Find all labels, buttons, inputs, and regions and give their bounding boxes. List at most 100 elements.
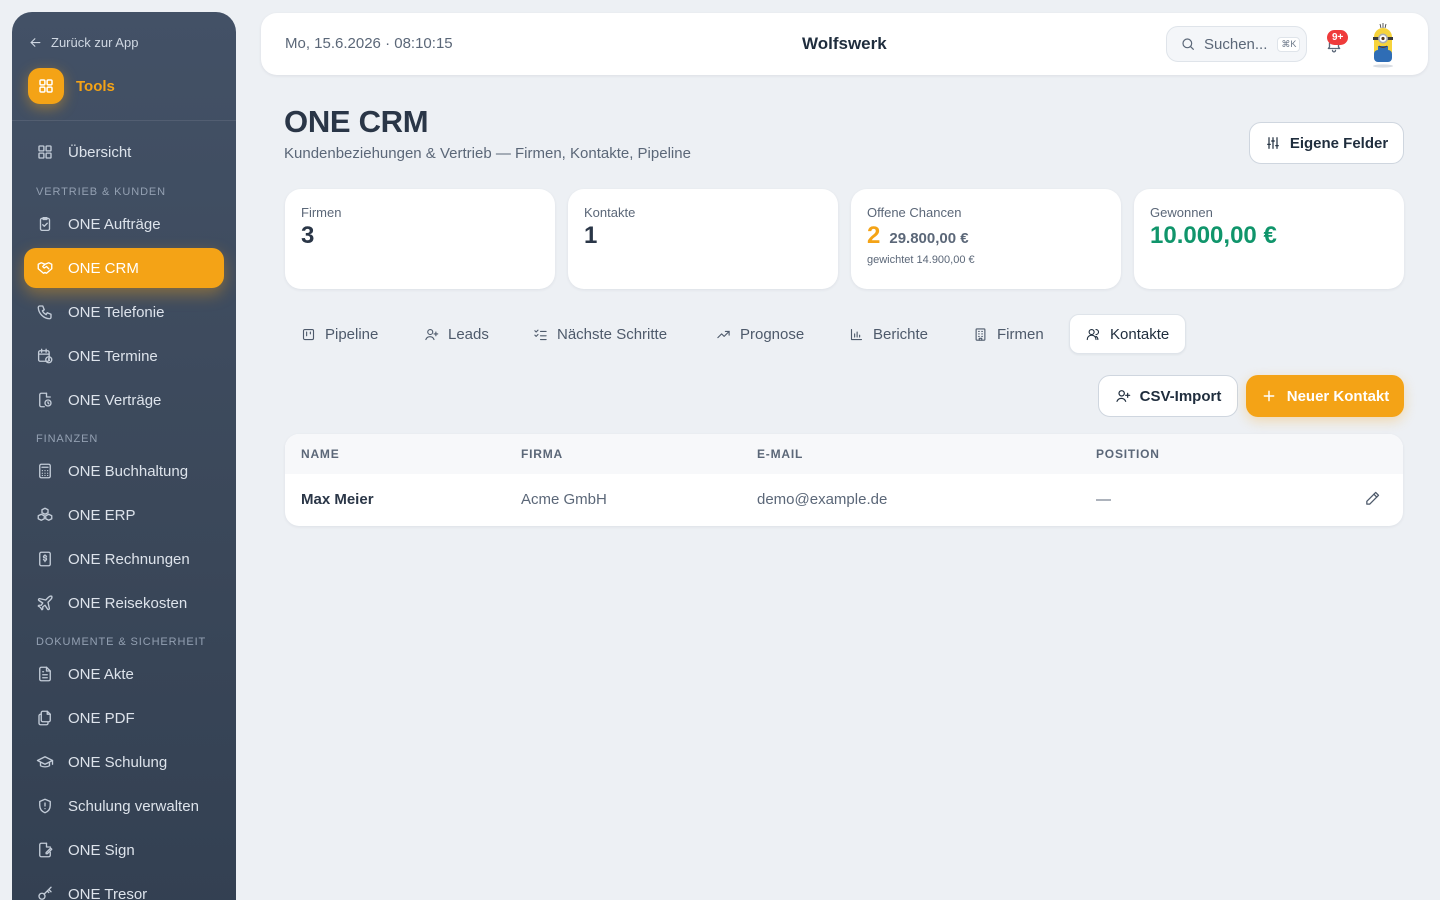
search-icon bbox=[1180, 36, 1196, 52]
search-button[interactable]: Suchen... ⌘K bbox=[1166, 26, 1307, 62]
top-header: Mo, 15.6.2026 · 08:10:15 Wolfswerk Suche… bbox=[261, 13, 1428, 75]
datetime-display: Mo, 15.6.2026 · 08:10:15 bbox=[285, 35, 453, 52]
tab-label: Firmen bbox=[997, 325, 1044, 343]
key-icon bbox=[36, 885, 54, 900]
contacts-table: NAME FIRMA E-MAIL POSITION Max Meier Acm… bbox=[285, 434, 1403, 526]
stat-label: Offene Chancen bbox=[867, 205, 962, 220]
sidebar-item-label: ONE Reisekosten bbox=[68, 594, 188, 612]
sidebar-item-label: ONE Tresor bbox=[68, 885, 148, 900]
contact-position: — bbox=[1096, 491, 1111, 508]
sidebar-item-label: ONE Buchhaltung bbox=[68, 462, 189, 480]
tab-reports[interactable]: Berichte bbox=[849, 314, 928, 354]
stat-card-contacts: Kontakte 1 bbox=[568, 189, 838, 289]
sliders-icon bbox=[1265, 135, 1281, 151]
column-header-name[interactable]: NAME bbox=[301, 447, 340, 461]
custom-fields-button[interactable]: Eigene Felder bbox=[1249, 122, 1404, 164]
sidebar-item-one-sign[interactable]: ONE Sign bbox=[24, 830, 224, 870]
tab-companies[interactable]: Firmen bbox=[973, 314, 1044, 354]
receipt-dollar-icon bbox=[36, 550, 54, 568]
won-value: 10.000,00 € bbox=[1150, 222, 1277, 249]
clipboard-check-icon bbox=[36, 215, 54, 233]
custom-fields-label: Eigene Felder bbox=[1289, 134, 1389, 152]
user-plus-icon bbox=[1115, 388, 1131, 404]
sidebar-item-one-rechnungen[interactable]: ONE Rechnungen bbox=[24, 539, 224, 579]
phone-icon bbox=[36, 303, 54, 321]
boxes-icon bbox=[36, 506, 54, 524]
sidebar-item-label: ONE Sign bbox=[68, 841, 135, 859]
stat-card-open-opportunities: Offene Chancen 2 29.800,00 € gewichtet 1… bbox=[851, 189, 1121, 289]
pencil-icon[interactable] bbox=[1364, 490, 1381, 507]
tab-forecast[interactable]: Prognose bbox=[716, 314, 804, 354]
search-shortcut: ⌘K bbox=[1277, 36, 1301, 52]
notification-badge: 9+ bbox=[1327, 30, 1349, 45]
stat-value: 3 bbox=[301, 222, 315, 249]
bar-chart-icon bbox=[849, 327, 864, 342]
sidebar-divider bbox=[12, 120, 236, 121]
contact-email[interactable]: demo@example.de bbox=[757, 491, 887, 508]
kanban-icon bbox=[301, 327, 316, 342]
file-signature-icon bbox=[36, 841, 54, 859]
column-header-firma[interactable]: FIRMA bbox=[521, 447, 563, 461]
tab-label: Pipeline bbox=[325, 325, 379, 343]
sidebar-item-one-pdf[interactable]: ONE PDF bbox=[24, 698, 224, 738]
table-header: NAME FIRMA E-MAIL POSITION bbox=[285, 434, 1403, 474]
graduation-cap-icon bbox=[36, 753, 54, 771]
sidebar-item-one-termine[interactable]: ONE Termine bbox=[24, 336, 224, 376]
new-contact-label: Neuer Kontakt bbox=[1286, 387, 1390, 405]
tab-label: Nächste Schritte bbox=[557, 325, 668, 343]
tab-label: Prognose bbox=[740, 325, 805, 343]
sidebar-item-one-tresor[interactable]: ONE Tresor bbox=[24, 874, 224, 900]
building-icon bbox=[973, 327, 988, 342]
tab-contacts[interactable]: Kontakte bbox=[1069, 314, 1187, 354]
sidebar-item-one-akte[interactable]: ONE Akte bbox=[24, 654, 224, 694]
stat-label: Gewonnen bbox=[1150, 205, 1213, 220]
file-clock-icon bbox=[36, 391, 54, 409]
sidebar-item-one-crm[interactable]: ONE CRM bbox=[24, 248, 224, 288]
user-plus-icon bbox=[424, 327, 439, 342]
sidebar-item-label: Übersicht bbox=[68, 143, 132, 161]
tab-pipeline[interactable]: Pipeline bbox=[301, 314, 378, 354]
sidebar-item-label: ONE Rechnungen bbox=[68, 550, 190, 568]
weighted-amount: gewichtet 14.900,00 € bbox=[867, 254, 975, 266]
plane-icon bbox=[36, 594, 54, 612]
file-text-icon bbox=[36, 665, 54, 683]
sidebar: Zurück zur App Tools Übersicht Vertrieb … bbox=[12, 12, 236, 900]
sidebar-item-label: ONE Schulung bbox=[68, 753, 168, 771]
layout-grid-icon bbox=[36, 143, 54, 161]
contact-name[interactable]: Max Meier bbox=[301, 491, 374, 508]
contact-company: Acme GmbH bbox=[521, 491, 607, 508]
calculator-icon bbox=[36, 462, 54, 480]
sidebar-item-label: Schulung verwalten bbox=[68, 797, 199, 815]
column-header-email[interactable]: E-MAIL bbox=[757, 447, 803, 461]
files-icon bbox=[36, 709, 54, 727]
sidebar-item-label: ONE CRM bbox=[68, 259, 139, 277]
page-subtitle: Kundenbeziehungen & Vertrieb — Firmen, K… bbox=[284, 145, 691, 162]
sidebar-item-overview[interactable]: Übersicht bbox=[24, 132, 224, 172]
sidebar-item-one-buchhaltung[interactable]: ONE Buchhaltung bbox=[24, 451, 224, 491]
tab-next-steps[interactable]: Nächste Schritte bbox=[533, 314, 667, 354]
tools-label: Tools bbox=[76, 77, 115, 95]
sidebar-item-one-vertraege[interactable]: ONE Verträge bbox=[24, 380, 224, 420]
section-label-sales: Vertrieb & Kunden bbox=[36, 186, 167, 198]
sidebar-item-one-auftraege[interactable]: ONE Aufträge bbox=[24, 204, 224, 244]
page-title: ONE CRM bbox=[284, 104, 429, 139]
avatar[interactable] bbox=[1369, 22, 1397, 68]
sidebar-item-one-telefonie[interactable]: ONE Telefonie bbox=[24, 292, 224, 332]
back-to-app-link[interactable]: Zurück zur App bbox=[28, 32, 138, 52]
tab-leads[interactable]: Leads bbox=[424, 314, 489, 354]
sidebar-item-one-reisekosten[interactable]: ONE Reisekosten bbox=[24, 583, 224, 623]
sidebar-item-label: ONE Telefonie bbox=[68, 303, 165, 321]
sidebar-item-label: ONE Aufträge bbox=[68, 215, 161, 233]
users-icon bbox=[1086, 327, 1101, 342]
column-header-position[interactable]: POSITION bbox=[1096, 447, 1160, 461]
sidebar-item-label: ONE Akte bbox=[68, 665, 134, 683]
sidebar-item-schulung-verwalten[interactable]: Schulung verwalten bbox=[24, 786, 224, 826]
back-to-app-label: Zurück zur App bbox=[51, 34, 139, 50]
sidebar-item-label: ONE Termine bbox=[68, 347, 158, 365]
sidebar-item-one-erp[interactable]: ONE ERP bbox=[24, 495, 224, 535]
tools-header[interactable]: Tools bbox=[28, 68, 115, 104]
csv-import-button[interactable]: CSV-Import bbox=[1098, 375, 1238, 417]
open-amount: 29.800,00 € bbox=[889, 230, 969, 247]
sidebar-item-one-schulung[interactable]: ONE Schulung bbox=[24, 742, 224, 782]
new-contact-button[interactable]: Neuer Kontakt bbox=[1246, 375, 1404, 417]
